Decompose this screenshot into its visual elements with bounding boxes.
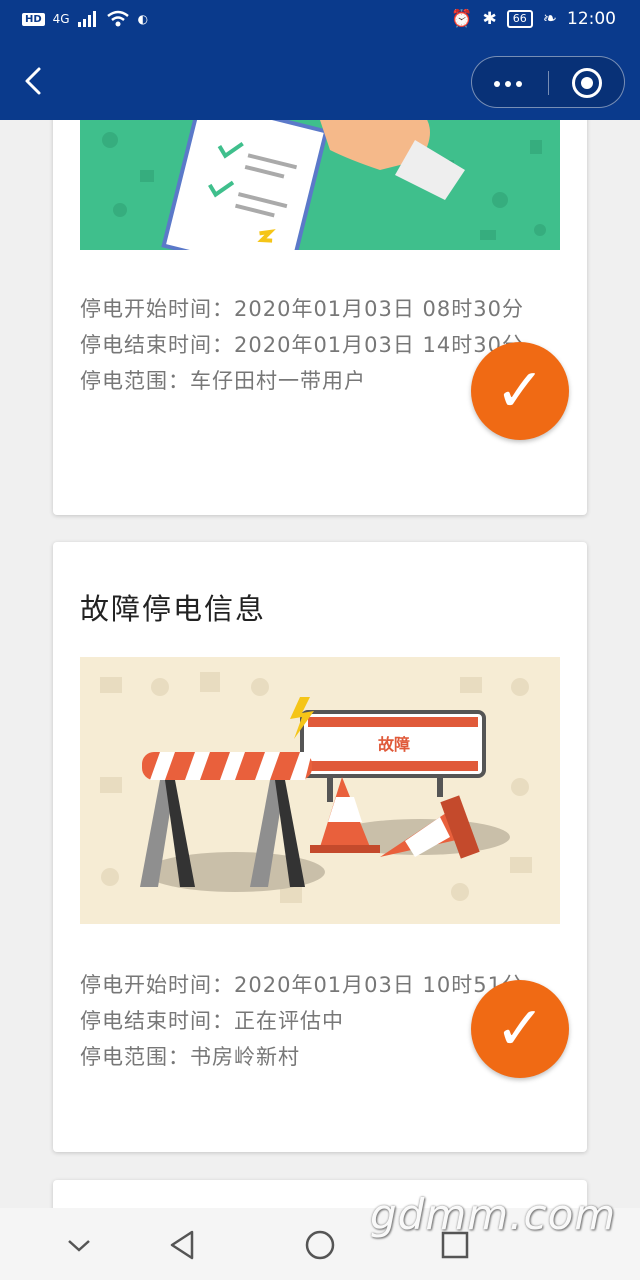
card-title: 故障停电信息	[80, 592, 267, 626]
back-chevron-icon[interactable]	[20, 66, 50, 96]
hd-icon: HD	[22, 12, 45, 26]
nfc-icon: ◐	[137, 12, 149, 26]
target-close-icon[interactable]	[572, 68, 602, 98]
roadblock-fault-illustration: 故障	[80, 657, 560, 924]
signal-bars-icon	[77, 11, 96, 27]
back-triangle-icon[interactable]	[166, 1228, 200, 1262]
home-circle-icon[interactable]	[303, 1228, 337, 1262]
more-dots-icon[interactable]	[494, 81, 522, 87]
bluetooth-icon: ✱	[482, 9, 497, 29]
watermark: gdmm.com	[370, 1190, 617, 1239]
start-time: 停电开始时间：2020年01月03日 08时30分	[80, 297, 525, 321]
nav-bar	[0, 44, 640, 120]
alarm-icon: ⏰	[451, 9, 473, 29]
status-bar: HD 4G ◐ ⏰ ✱ 66 ❧ 12:00	[0, 0, 640, 44]
capsule-divider	[548, 71, 549, 95]
signal-icon: 4G	[52, 12, 70, 26]
fault-sign-text: 故障	[378, 735, 410, 754]
clock-time: 12:00	[567, 9, 616, 29]
outage-card[interactable]: 停电开始时间：2020年01月03日 08时30分 停电结束时间：2020年01…	[53, 120, 587, 515]
check-mark-icon[interactable]: ✓	[471, 980, 569, 1078]
wifi-icon	[106, 10, 129, 27]
mini-program-capsule	[471, 56, 625, 108]
battery-icon: 66	[506, 10, 533, 28]
collapse-chevron-icon[interactable]	[62, 1228, 96, 1262]
check-mark-icon[interactable]: ✓	[471, 342, 569, 440]
leaf-icon: ❧	[542, 9, 557, 29]
checklist-hand-illustration	[80, 120, 560, 250]
